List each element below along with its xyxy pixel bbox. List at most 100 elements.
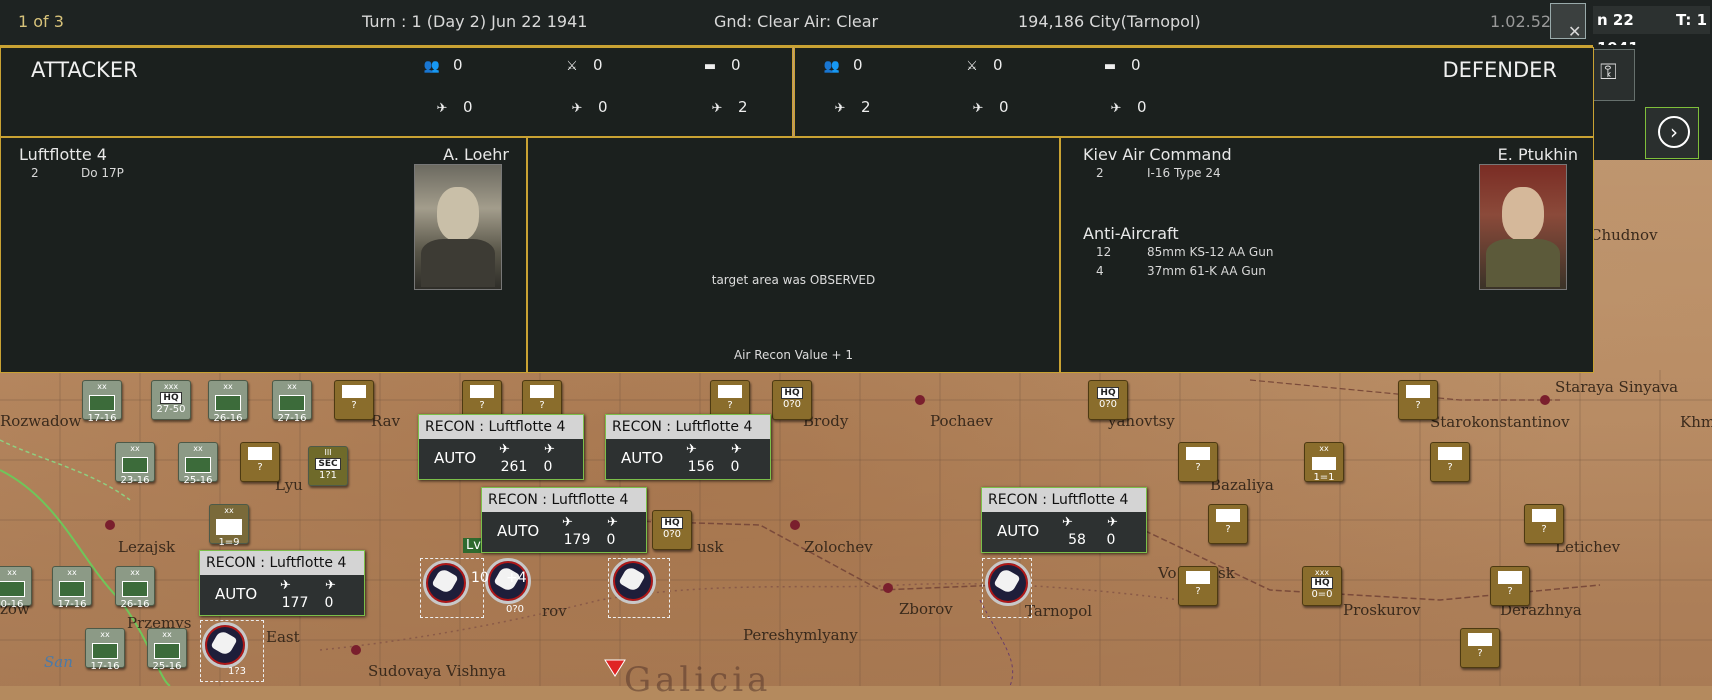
infantry-icon: 👥 <box>423 59 441 74</box>
unit-strength: ? <box>1541 524 1547 535</box>
stat-value: 0 <box>999 98 1009 116</box>
unit-counter[interactable]: III SEC 1?1 <box>308 446 348 486</box>
unit-counter[interactable]: xx 17-16 <box>82 380 122 424</box>
unit-strength: ? <box>1507 586 1513 597</box>
unit-strength: 17-16 <box>90 661 120 672</box>
unit-size: xx <box>100 630 110 639</box>
air-unit-icon[interactable] <box>423 560 469 606</box>
place-pochaev: Pochaev <box>930 412 993 430</box>
stat-value: 0 <box>1131 56 1141 74</box>
tank-icon: ▬ <box>703 59 717 74</box>
lock-button[interactable]: ⚿ <box>1593 49 1635 101</box>
unit-size: xx <box>223 382 233 391</box>
infantry-icon <box>216 519 242 535</box>
unit-strength: 1=1 <box>1313 472 1335 483</box>
portrait-face <box>437 187 479 241</box>
enemy-counter[interactable]: HQ 0?0 <box>1088 380 1128 420</box>
unit-counter[interactable]: xx 1=9 <box>209 504 249 548</box>
recon-loss: 0 <box>730 459 740 475</box>
close-button[interactable]: ✕ <box>1550 3 1586 41</box>
hud-panel: ⚿ <box>1593 45 1712 105</box>
air-unit-icon[interactable] <box>985 560 1031 606</box>
stack-strength: 1?3 <box>228 666 247 677</box>
recon-loss: 0 <box>543 459 553 475</box>
enemy-counter[interactable]: ? <box>1490 566 1530 606</box>
next-turn-button[interactable]: › <box>1645 107 1699 159</box>
air-unit-icon[interactable] <box>610 558 656 604</box>
recon-mission-box[interactable]: RECON : Luftflotte 4 AUTO ✈ ✈ 177 0 <box>199 550 365 616</box>
unit-counter[interactable]: xx 26-16 <box>208 380 248 424</box>
unit-counter[interactable]: xx 25-16 <box>178 442 218 486</box>
defender-unit-name: Kiev Air Command <box>1083 145 1232 164</box>
weather-info: Gnd: Clear Air: Clear <box>714 12 879 31</box>
recon-mission-box[interactable]: RECON : Luftflotte 4 AUTO ✈ ✈ 58 0 <box>981 487 1147 553</box>
recon-mission-box[interactable]: RECON : Luftflotte 4 AUTO ✈ ✈ 156 0 <box>605 414 771 480</box>
attacker-unit-name: Luftflotte 4 <box>19 145 107 164</box>
hud-date-area: n 22 1941 T: 1 <box>1593 0 1712 57</box>
aircraft-count: 2 <box>31 166 39 180</box>
place-starokonstantinov: Starokonstantinov <box>1430 413 1570 431</box>
recon-mission-box[interactable]: RECON : Luftflotte 4 AUTO ✈ ✈ 261 0 <box>418 414 584 480</box>
enemy-counter[interactable]: HQ 0?0 <box>772 380 812 420</box>
recon-value: 179 <box>563 532 591 548</box>
unit-counter[interactable]: xx 25-16 <box>147 628 187 672</box>
defender-commander: E. Ptukhin <box>1497 145 1578 164</box>
bomber-icon: ✈ <box>499 442 510 457</box>
recon-title: RECON : Luftflotte 4 <box>982 488 1146 512</box>
location-info: 194,186 City(Tarnopol) <box>1018 12 1201 31</box>
unit-counter[interactable]: xx 17-16 <box>85 628 125 672</box>
unit-counter[interactable]: xx 17-16 <box>52 566 92 610</box>
unit-counter[interactable]: xxx HQ 27-50 <box>151 380 191 420</box>
unit-counter[interactable]: xx 0-16 <box>0 566 32 610</box>
unit-size: III <box>324 448 332 457</box>
place-vo: Vo <box>1158 564 1177 582</box>
unit-size: xx <box>67 568 77 577</box>
fighter-icon: ✈ <box>325 578 336 593</box>
unit-strength: ? <box>1415 400 1421 411</box>
stat-value: 0 <box>598 98 608 116</box>
unit-strength: 0?0 <box>1098 399 1118 410</box>
lock-icon: ⚿ <box>1600 60 1617 85</box>
combat-result: target area was OBSERVED Air Recon Value… <box>527 137 1060 373</box>
enemy-counter[interactable]: ? <box>1178 442 1218 482</box>
unit-strength: 1?1 <box>318 470 338 481</box>
defender-recon: ✈ 0 <box>1105 98 1147 116</box>
enemy-counter[interactable]: ? <box>240 442 280 482</box>
recon-value: 58 <box>1068 532 1086 548</box>
place-tarnopol: Tarnopol <box>1025 602 1093 620</box>
bomber-icon: ✈ <box>972 101 984 116</box>
unit-strength: 0?0 <box>782 399 802 410</box>
unit-size: xx <box>287 382 297 391</box>
unit-counter[interactable]: xx 23-16 <box>115 442 155 486</box>
enemy-counter[interactable]: xxx HQ 0=0 <box>1302 566 1342 606</box>
aa-count: 4 <box>1096 264 1104 278</box>
enemy-counter[interactable]: ? <box>1208 504 1248 544</box>
enemy-counter[interactable]: ? <box>1524 504 1564 544</box>
unit-counter[interactable]: xx 26-16 <box>115 566 155 610</box>
unknown-unit-icon <box>1216 509 1240 522</box>
place-usk: usk <box>697 538 724 556</box>
infantry-icon <box>185 457 211 473</box>
stack-plus: +4 <box>506 570 527 586</box>
unknown-unit-icon <box>1406 385 1430 398</box>
fighter-icon: ✈ <box>731 442 742 457</box>
unit-strength: ? <box>257 462 263 473</box>
security-tag: SEC <box>315 458 341 470</box>
enemy-counter[interactable]: xx 1=1 <box>1304 442 1344 483</box>
defender-infantry: 👥 0 <box>821 56 863 74</box>
unit-counter[interactable]: xx 27-16 <box>272 380 312 424</box>
air-unit-icon[interactable] <box>202 622 248 668</box>
recon-mission-box[interactable]: RECON : Luftflotte 4 AUTO ✈ ✈ 179 0 <box>481 487 647 553</box>
enemy-counter[interactable]: ? <box>1430 442 1470 482</box>
enemy-counter[interactable]: ? <box>1178 566 1218 606</box>
enemy-counter[interactable]: HQ 0?0 <box>652 510 692 550</box>
place-rozwadow: Rozwadow <box>0 412 82 430</box>
stat-value: 2 <box>861 98 871 116</box>
unknown-unit-icon <box>1438 447 1462 460</box>
enemy-counter[interactable]: ? <box>1460 628 1500 668</box>
enemy-counter[interactable]: ? <box>334 380 374 420</box>
enemy-counter[interactable]: ? <box>1398 380 1438 420</box>
unit-size: xx <box>130 568 140 577</box>
hq-tag: HQ <box>160 392 182 404</box>
unit-size: xxx <box>1314 568 1330 577</box>
